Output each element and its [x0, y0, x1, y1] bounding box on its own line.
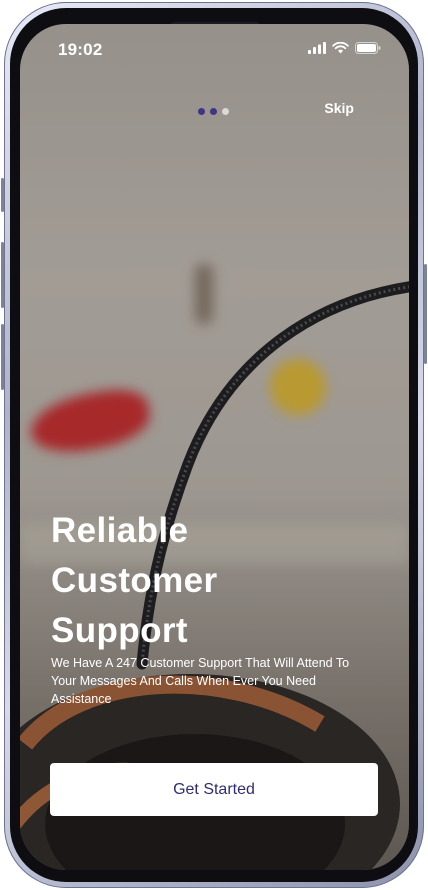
- signal-icon: [308, 42, 326, 54]
- title-line: Support: [51, 611, 188, 650]
- onboarding-title: Reliable Customer Support: [51, 506, 291, 656]
- pager-dot-active[interactable]: [210, 108, 217, 115]
- headset-illustration: [20, 281, 409, 870]
- title-line: Customer: [51, 561, 218, 600]
- pager-dots: [198, 108, 229, 115]
- wifi-icon: [332, 42, 349, 54]
- pager-dot[interactable]: [222, 108, 229, 115]
- skip-button[interactable]: Skip: [324, 100, 354, 116]
- volume-up-button: [1, 242, 4, 308]
- status-bar: 19:02: [20, 38, 409, 62]
- title-line: Reliable: [51, 511, 189, 550]
- power-button: [424, 264, 427, 364]
- onboarding-description: We Have A 247 Customer Support That Will…: [51, 656, 350, 706]
- pager-dot[interactable]: [198, 108, 205, 115]
- onboarding-screen: 19:02 Skip Reliable Customer Support We …: [20, 24, 409, 870]
- battery-icon: [355, 42, 381, 54]
- status-icons: [308, 42, 381, 54]
- mute-switch: [1, 178, 4, 212]
- get-started-button[interactable]: Get Started: [50, 763, 378, 816]
- status-time: 19:02: [58, 40, 103, 59]
- volume-down-button: [1, 324, 4, 390]
